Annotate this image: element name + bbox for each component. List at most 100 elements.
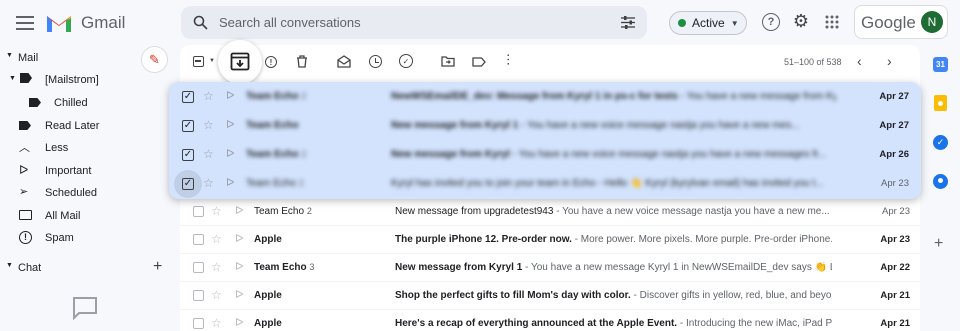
- sidebar-item-label: [Mailstrom]: [45, 74, 99, 86]
- sender-name: Apple: [254, 234, 282, 245]
- row-checkbox[interactable]: [193, 206, 204, 217]
- important-marker-icon[interactable]: ᐅ: [226, 176, 234, 189]
- subject-text: New message from Kyryl 1: [391, 120, 519, 131]
- select-all-checkbox[interactable]: [193, 56, 204, 67]
- table-row[interactable]: ☆ ᐅ Team Echo 3 New message from Kyryl 1…: [180, 254, 920, 282]
- snippet-text: - You have a new voice message nastja yo…: [509, 149, 827, 160]
- row-checkbox[interactable]: [193, 290, 204, 301]
- selected-row[interactable]: ✓ ☆ ᐅ Team Echo 2 Kyryl has invited you …: [169, 170, 921, 199]
- search-options-icon[interactable]: [621, 16, 635, 29]
- star-icon[interactable]: ☆: [211, 232, 222, 246]
- label-icon[interactable]: [472, 57, 486, 67]
- row-checkbox-checked[interactable]: ✓: [182, 120, 194, 132]
- star-icon[interactable]: ☆: [203, 89, 214, 103]
- snippet-text: - More power. More pixels. More purple. …: [571, 234, 832, 245]
- mail-section-header[interactable]: ▼ Mail: [0, 51, 130, 67]
- row-checkbox-checked[interactable]: ✓: [182, 91, 194, 103]
- selected-row[interactable]: ✓ ☆ ᐅ Team Echo New message from Kyryl 1…: [169, 112, 921, 141]
- important-marker-icon[interactable]: ᐅ: [235, 260, 243, 273]
- sender-name: Team Echo: [254, 262, 307, 273]
- search-icon[interactable]: [193, 15, 208, 30]
- sidebar-item-scheduled[interactable]: ➢ Scheduled: [0, 182, 170, 204]
- row-checkbox[interactable]: [193, 262, 204, 273]
- star-icon[interactable]: ☆: [203, 118, 214, 132]
- tasks-icon[interactable]: ✓: [933, 135, 948, 150]
- important-marker-icon[interactable]: ᐅ: [226, 147, 234, 160]
- new-chat-plus-icon[interactable]: +: [153, 258, 162, 276]
- chat-section-label: Chat: [18, 262, 42, 274]
- main-menu-icon[interactable]: [15, 13, 35, 33]
- avatar[interactable]: N: [921, 11, 943, 33]
- row-checkbox[interactable]: [193, 234, 204, 245]
- subject-text: Kyryl has invited you to join your team …: [391, 178, 596, 189]
- move-to-folder-icon[interactable]: [441, 56, 455, 67]
- get-addons-plus-icon[interactable]: +: [934, 235, 943, 253]
- sidebar-item-spam[interactable]: ! Spam: [0, 227, 170, 249]
- keep-notes-icon[interactable]: [934, 95, 947, 111]
- subject-text: NewWSEmailDE_dev: Message from Kyryl 1 i…: [391, 91, 678, 102]
- sidebar-item-read-later[interactable]: Read Later: [0, 115, 170, 137]
- important-marker-icon[interactable]: ᐅ: [226, 89, 234, 102]
- newer-page-chevron-icon[interactable]: ‹: [857, 53, 862, 69]
- add-to-tasks-icon[interactable]: ✓: [399, 54, 413, 68]
- row-date: Apr 23: [882, 206, 910, 217]
- report-spam-icon[interactable]: !: [265, 56, 277, 68]
- row-date: Apr 23: [881, 178, 909, 189]
- calendar-icon[interactable]: 31: [933, 57, 948, 72]
- sidebar-item-all-mail[interactable]: All Mail: [0, 205, 170, 227]
- sidebar-item-less[interactable]: ︿ Less: [0, 137, 170, 159]
- subject-text: Shop the perfect gifts to fill Mom's day…: [395, 290, 631, 301]
- important-marker-icon[interactable]: ᐅ: [235, 316, 243, 329]
- snooze-clock-icon[interactable]: [369, 55, 382, 68]
- important-marker-icon[interactable]: ᐅ: [235, 232, 243, 245]
- sidebar-item-chilled[interactable]: Chilled: [0, 92, 170, 114]
- sender-name: Team Echo: [246, 178, 297, 189]
- archive-icon[interactable]: [230, 52, 250, 71]
- apps-grid-icon[interactable]: [825, 15, 839, 29]
- older-page-chevron-icon[interactable]: ›: [887, 53, 892, 69]
- row-subject: New message from Kyryl 1 - You have a ne…: [395, 262, 832, 273]
- snippet-text: - You have a new voice message nastja yo…: [518, 120, 800, 131]
- search-bar[interactable]: Search all conversations: [181, 6, 647, 39]
- thread-count: 3: [309, 262, 315, 272]
- selected-row[interactable]: ✓ ☆ ᐅ Team Echo 2 New message from Kyryl…: [169, 141, 921, 170]
- account-switcher[interactable]: Google N: [854, 5, 948, 39]
- status-selector[interactable]: Active ▼: [669, 11, 747, 35]
- row-date: Apr 23: [880, 234, 910, 245]
- important-marker-icon[interactable]: ᐅ: [235, 288, 243, 301]
- search-input[interactable]: Search all conversations: [219, 15, 361, 30]
- status-label: Active: [692, 16, 725, 30]
- label-tag-icon: [19, 121, 31, 130]
- row-date: Apr 21: [880, 318, 910, 329]
- important-marker-icon[interactable]: ᐅ: [226, 118, 234, 131]
- table-row[interactable]: ☆ ᐅ Apple Shop the perfect gifts to fill…: [180, 282, 920, 310]
- contacts-icon[interactable]: [933, 174, 948, 189]
- sidebar-item-mailstrom[interactable]: ▼ [Mailstrom]: [0, 69, 170, 91]
- selected-row[interactable]: ✓ ☆ ᐅ Team Echo 2 NewWSEmailDE_dev: Mess…: [169, 83, 921, 112]
- chat-section-header[interactable]: ▼ Chat +: [0, 258, 170, 277]
- gmail-logo[interactable]: Gmail: [45, 10, 125, 36]
- row-sender: Team Echo 2: [246, 178, 304, 189]
- mark-as-read-icon[interactable]: [337, 55, 351, 68]
- row-checkbox[interactable]: [193, 318, 204, 329]
- star-icon[interactable]: ☆: [203, 176, 214, 190]
- star-icon[interactable]: ☆: [211, 316, 222, 330]
- important-marker-icon[interactable]: ᐅ: [235, 204, 243, 217]
- table-row[interactable]: ☆ ᐅ Apple The purple iPhone 12. Pre-orde…: [180, 226, 920, 254]
- more-actions-icon[interactable]: ⋯: [501, 53, 516, 66]
- help-icon[interactable]: ?: [762, 13, 780, 31]
- sidebar-item-important[interactable]: ᐅ Important: [0, 160, 170, 182]
- select-dropdown-icon[interactable]: ▼: [209, 58, 215, 64]
- row-checkbox-checked[interactable]: ✓: [182, 178, 194, 190]
- settings-gear-icon[interactable]: ⚙: [791, 11, 811, 31]
- star-icon[interactable]: ☆: [211, 260, 222, 274]
- star-icon[interactable]: ☆: [211, 288, 222, 302]
- star-icon[interactable]: ☆: [203, 147, 214, 161]
- table-row[interactable]: ☆ ᐅ Team Echo 2 New message from upgrade…: [180, 198, 920, 226]
- table-row[interactable]: ☆ ᐅ Apple Here's a recap of everything a…: [180, 310, 920, 331]
- star-icon[interactable]: ☆: [211, 204, 222, 218]
- row-checkbox-checked[interactable]: ✓: [182, 149, 194, 161]
- delete-trash-icon[interactable]: [296, 55, 308, 68]
- chevron-up-icon: ︿: [19, 142, 30, 154]
- row-date: Apr 26: [879, 149, 909, 160]
